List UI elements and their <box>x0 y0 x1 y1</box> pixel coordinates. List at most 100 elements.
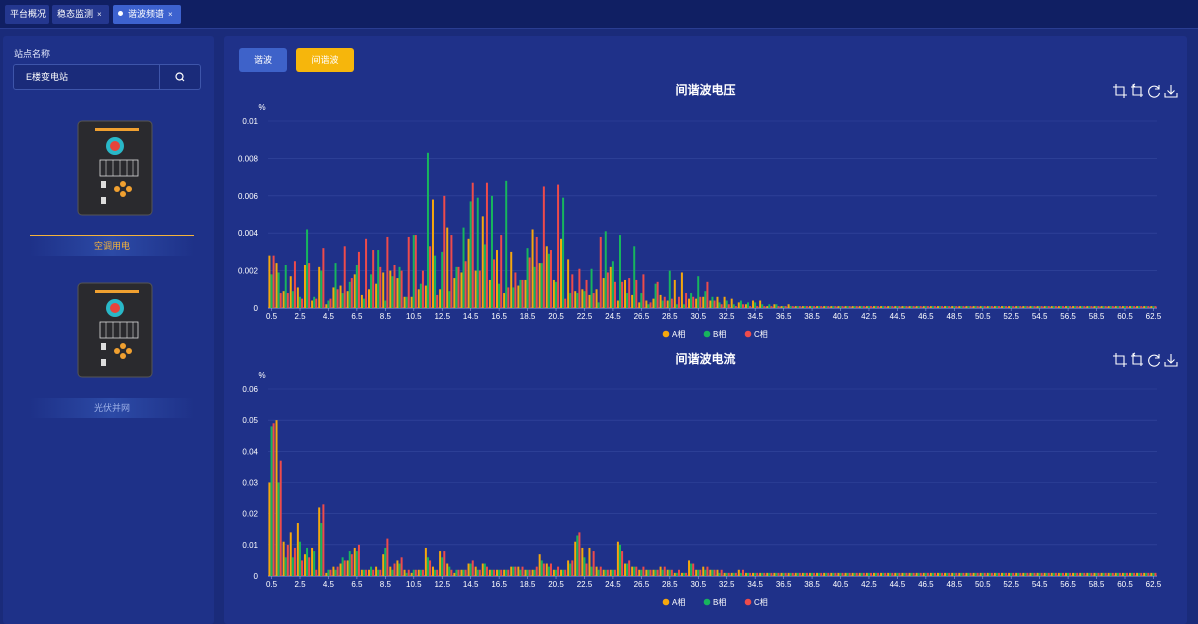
device-image-meter[interactable] <box>75 118 155 218</box>
bar-a <box>318 507 321 576</box>
bar-a <box>517 285 520 308</box>
bar-c <box>870 306 872 308</box>
bar-a <box>652 298 655 308</box>
bar-b <box>270 426 273 576</box>
tab-platform-overview[interactable]: 平台概况 <box>5 5 49 24</box>
bar-c <box>429 560 432 576</box>
bar-a <box>951 572 954 576</box>
download-icon[interactable] <box>1164 354 1178 367</box>
bar-b <box>697 569 700 576</box>
bar-c <box>286 293 289 308</box>
device-item-aircon[interactable]: 空调用电 <box>30 235 194 256</box>
bar-b <box>476 197 479 308</box>
x-tick-label: 12.5 <box>434 580 450 589</box>
close-icon[interactable]: × <box>168 10 173 19</box>
bar-b <box>661 300 664 308</box>
x-tick-label: 8.5 <box>380 580 392 589</box>
interharmonic-button[interactable]: 间谐波 <box>296 48 354 72</box>
bar-a <box>339 563 342 576</box>
bar-a <box>353 274 356 308</box>
bar-b <box>846 306 849 308</box>
x-tick-label: 30.5 <box>690 580 706 589</box>
x-tick-label: 42.5 <box>861 580 877 589</box>
restore-icon[interactable] <box>1148 354 1161 367</box>
bar-c <box>578 268 581 308</box>
bar-b <box>483 563 486 576</box>
bar-a <box>723 572 726 576</box>
bar-b <box>889 572 892 576</box>
x-tick-label: 20.5 <box>548 312 564 321</box>
bar-a <box>759 572 762 576</box>
bar-b <box>490 195 493 308</box>
x-tick-label: 36.5 <box>776 312 792 321</box>
bar-a <box>339 285 342 308</box>
bar-a <box>311 547 314 576</box>
zoom-icon[interactable] <box>1113 353 1127 367</box>
bar-a <box>929 306 932 308</box>
x-tick-label: 20.5 <box>548 580 564 589</box>
bar-b <box>426 557 429 576</box>
bar-b <box>1138 306 1141 308</box>
bar-b <box>590 566 593 576</box>
bar-c <box>955 306 958 308</box>
bar-b <box>633 566 636 576</box>
bar-a <box>830 572 833 576</box>
bar-a <box>773 304 776 308</box>
bar-a <box>808 306 811 308</box>
bar-c <box>734 572 737 576</box>
zoom-reset-icon[interactable] <box>1131 83 1143 97</box>
bar-c <box>670 298 673 308</box>
bar-b <box>704 569 707 576</box>
bar-b <box>377 250 380 308</box>
zoom-icon[interactable] <box>1113 84 1127 98</box>
bar-a <box>1072 306 1075 308</box>
bar-c <box>1118 572 1121 576</box>
bar-b <box>782 306 785 308</box>
search-button[interactable] <box>159 65 200 89</box>
bar-a <box>496 250 498 308</box>
bar-b <box>554 281 557 308</box>
bar-c <box>308 263 311 308</box>
bar-a <box>510 566 513 576</box>
bar-c <box>535 566 538 576</box>
bar-b <box>320 523 323 576</box>
bar-a <box>865 572 868 576</box>
device-item-pv-grid[interactable]: 光伏并网 <box>30 398 194 418</box>
bar-c <box>1097 572 1100 576</box>
tab-steady-monitoring[interactable]: 稳态监测 × <box>52 5 109 24</box>
site-input[interactable]: E楼变电站 <box>26 65 68 89</box>
bar-a <box>389 566 392 576</box>
bar-a <box>744 572 747 576</box>
bar-c <box>1062 572 1065 576</box>
bar-b <box>1109 572 1112 576</box>
device-image-meter[interactable] <box>75 280 155 380</box>
bar-c <box>450 235 453 308</box>
harmonic-button[interactable]: 谐波 <box>239 48 287 72</box>
y-tick-label: 0.05 <box>242 416 258 425</box>
bar-c <box>350 278 353 308</box>
bar-c <box>464 261 467 308</box>
zoom-reset-icon[interactable] <box>1131 352 1143 366</box>
close-icon[interactable]: × <box>97 10 102 19</box>
bar-c <box>905 306 908 308</box>
bar-b <box>341 557 344 576</box>
download-icon[interactable] <box>1164 85 1178 98</box>
bar-a <box>410 572 413 576</box>
bar-c <box>649 302 652 308</box>
bar-c <box>699 296 702 308</box>
restore-icon[interactable] <box>1148 85 1161 98</box>
bar-b <box>1074 572 1077 576</box>
bar-a <box>431 566 434 576</box>
bar-b <box>455 569 458 576</box>
bar-b <box>1088 572 1091 576</box>
y-tick-label: 0.04 <box>242 447 258 456</box>
tab-harmonic-spectrum[interactable]: 谐波频谱 × <box>113 5 181 24</box>
bar-c <box>485 566 488 576</box>
bar-b <box>1017 306 1020 308</box>
bar-a <box>488 279 491 308</box>
bar-a <box>332 566 335 576</box>
bar-a <box>801 306 804 308</box>
bar-a <box>944 306 947 308</box>
bar-b <box>811 572 814 576</box>
bar-c <box>934 572 937 576</box>
